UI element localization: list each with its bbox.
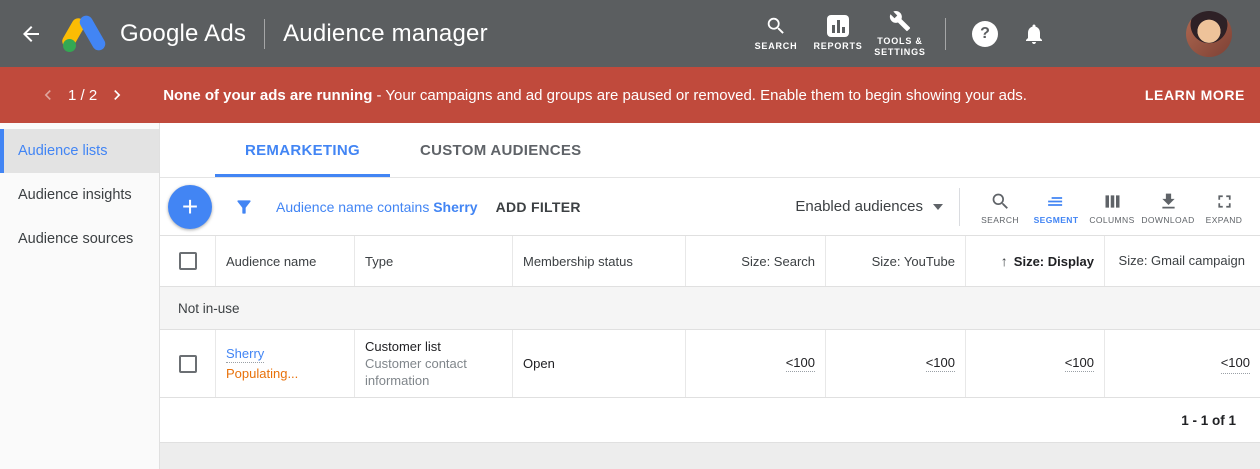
populating-status: Populating... — [226, 366, 298, 381]
table-header-row: Audience name Type Membership status Siz… — [160, 235, 1260, 287]
topbar-tools-settings-button[interactable]: TOOLS & SETTINGS — [869, 10, 931, 58]
back-arrow-icon[interactable] — [16, 19, 46, 49]
learn-more-button[interactable]: LEARN MORE — [1145, 87, 1245, 103]
group-label: Not in-use — [178, 301, 240, 316]
column-header-membership-status[interactable]: Membership status — [513, 236, 686, 286]
size-display-value: <100 — [1065, 355, 1094, 372]
size-search-value: <100 — [786, 355, 815, 372]
add-filter-button[interactable]: ADD FILTER — [496, 199, 581, 215]
tab-custom-audiences[interactable]: CUSTOM AUDIENCES — [390, 123, 611, 177]
toolbar-divider — [959, 188, 960, 226]
table-pagination: 1 - 1 of 1 — [160, 398, 1260, 443]
content-area: Audience lists Audience insights Audienc… — [0, 123, 1260, 469]
chevron-down-icon — [933, 204, 943, 210]
table-group-row: Not in-use — [160, 287, 1260, 330]
table-row: Sherry Populating... Customer list Custo… — [160, 330, 1260, 398]
column-header-size-display[interactable]: ↑Size: Display — [966, 236, 1105, 286]
topbar-search-button[interactable]: SEARCH — [745, 15, 807, 52]
search-icon — [990, 191, 1011, 212]
audience-view-dropdown[interactable]: Enabled audiences — [795, 198, 943, 215]
table-download-button[interactable]: DOWNLOAD — [1140, 189, 1196, 225]
top-app-bar: Google Ads Audience manager SEARCH REPOR… — [0, 0, 1260, 67]
notifications-bell-icon[interactable] — [1022, 22, 1046, 46]
search-icon — [765, 15, 787, 37]
main-panel: REMARKETING CUSTOM AUDIENCES + Audience … — [160, 123, 1260, 469]
wrench-icon — [889, 10, 911, 32]
sidebar: Audience lists Audience insights Audienc… — [0, 123, 160, 469]
size-gmail-value: <100 — [1221, 354, 1250, 374]
column-header-size-youtube[interactable]: Size: YouTube — [826, 236, 966, 286]
toolbar: + Audience name contains Sherry ADD FILT… — [160, 178, 1260, 235]
sidebar-item-audience-insights[interactable]: Audience insights — [0, 173, 159, 217]
audience-name-link[interactable]: Sherry — [226, 346, 264, 363]
banner-next-icon[interactable] — [107, 85, 127, 105]
table-search-button[interactable]: SEARCH — [972, 189, 1028, 225]
toolbar-right: Enabled audiences SEARCH SEGMENT COLUMNS — [795, 188, 1252, 226]
topbar-divider — [264, 19, 265, 49]
active-filter-chip[interactable]: Audience name contains Sherry — [276, 199, 478, 215]
column-header-type[interactable]: Type — [355, 236, 513, 286]
size-youtube-value: <100 — [926, 355, 955, 372]
alert-banner: 1 / 2 None of your ads are running - You… — [0, 67, 1260, 123]
table-columns-button[interactable]: COLUMNS — [1084, 189, 1140, 225]
expand-icon — [1214, 191, 1235, 212]
filter-funnel-icon[interactable] — [234, 197, 254, 217]
user-avatar[interactable] — [1186, 11, 1232, 57]
page-title: Audience manager — [283, 20, 488, 48]
columns-icon — [1102, 191, 1123, 212]
topbar-actions: SEARCH REPORTS TOOLS & SETTINGS ? — [745, 10, 1260, 58]
sidebar-item-audience-lists[interactable]: Audience lists — [0, 129, 159, 173]
topbar-reports-button[interactable]: REPORTS — [807, 15, 869, 52]
audience-type: Customer list — [365, 338, 441, 355]
page-background — [160, 443, 1260, 469]
banner-previous-icon[interactable] — [38, 85, 58, 105]
column-header-size-search[interactable]: Size: Search — [686, 236, 826, 286]
filter-value: Sherry — [433, 199, 477, 215]
product-name: Google Ads — [120, 20, 246, 48]
membership-status-cell: Open — [513, 330, 686, 397]
topbar-divider — [945, 18, 946, 50]
help-icon[interactable]: ? — [972, 21, 998, 47]
table-segment-button[interactable]: SEGMENT — [1028, 189, 1084, 225]
column-header-audience-name[interactable]: Audience name — [216, 236, 355, 286]
sort-ascending-icon: ↑ — [1001, 253, 1008, 269]
table-expand-button[interactable]: EXPAND — [1196, 189, 1252, 225]
row-checkbox[interactable] — [179, 355, 197, 373]
column-header-size-gmail[interactable]: Size: Gmail campaign — [1105, 236, 1260, 286]
add-audience-button[interactable]: + — [168, 185, 212, 229]
tab-remarketing[interactable]: REMARKETING — [215, 123, 390, 177]
sidebar-item-audience-sources[interactable]: Audience sources — [0, 217, 159, 261]
banner-message: None of your ads are running - Your camp… — [163, 87, 1027, 104]
banner-pager: 1 / 2 — [68, 87, 97, 104]
pagination-range: 1 - 1 of 1 — [1181, 413, 1236, 428]
banner-message-title: None of your ads are running — [163, 87, 372, 104]
bar-chart-icon — [827, 15, 849, 37]
banner-message-body: - Your campaigns and ad groups are pause… — [372, 87, 1027, 104]
segment-icon — [1045, 191, 1067, 212]
download-icon — [1158, 191, 1179, 212]
google-ads-logo-icon — [60, 13, 108, 55]
audience-type-subtext: Customer contact information — [365, 355, 502, 389]
select-all-checkbox[interactable] — [179, 252, 197, 270]
tab-bar: REMARKETING CUSTOM AUDIENCES — [160, 123, 1260, 178]
